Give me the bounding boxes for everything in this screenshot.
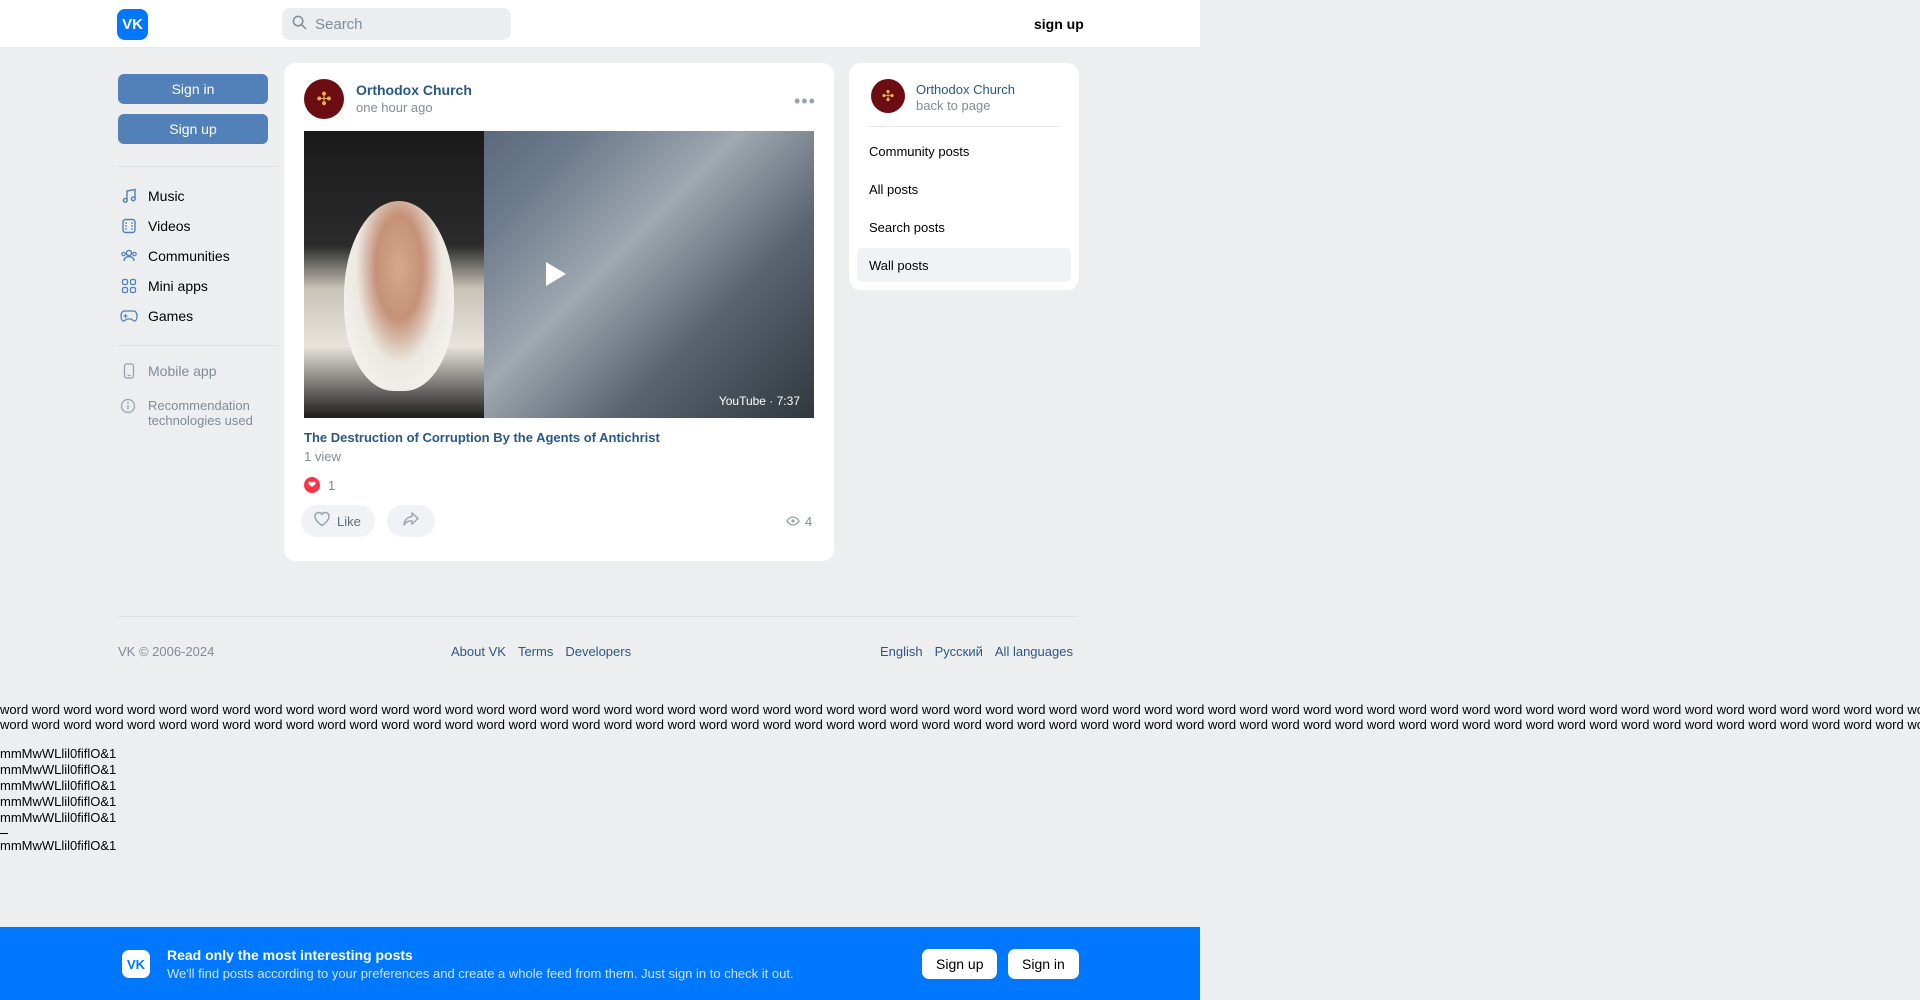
footer-links: About VK Terms Developers [451,644,643,659]
reactions-count: 1 [328,477,336,493]
search-input[interactable] [315,15,495,33]
recommendation-line-2: technologies used [148,413,253,428]
vk-logo: VK [122,950,150,978]
signup-promo-banner: VK Read only the most interesting posts … [0,927,1200,1000]
glyph-test-text: mmMwWLlil0fiflO&1 mmMwWLlil0fiflO&1 mmMw… [0,746,116,854]
post-views: 4 [786,514,812,529]
phone-icon [120,362,138,380]
panel-divider [869,126,1059,127]
grid-icon [120,277,138,295]
users-icon [120,247,138,265]
community-avatar-small[interactable]: ✣ [871,79,905,113]
glyph-line: mmMwWLlil0fiflO&1 [0,778,117,793]
sidebar-item-games[interactable]: Games [118,301,278,331]
sidebar-item-communities[interactable]: Communities [118,241,278,271]
video-source-duration: YouTube · 7:37 [718,394,800,408]
search-icon [292,15,307,33]
glyph-line: mmMwWLlil0fiflO&1 [0,746,117,761]
language-english[interactable]: English [880,644,923,659]
banner-subtitle: We'll find posts according to your prefe… [167,966,794,981]
film-icon [120,217,138,235]
footer-copyright: VK © 2006-2024 [118,644,215,659]
sidebar-divider [118,345,278,346]
views-count: 4 [805,514,813,529]
heart-outline-icon [313,511,331,532]
search-box[interactable] [282,8,511,40]
footer-divider [118,616,1078,617]
post-author[interactable]: Orthodox Church [356,82,472,98]
banner-title: Read only the most interesting posts [167,947,413,963]
info-icon [120,398,138,416]
small-rule [0,833,8,834]
sidebar-item-videos[interactable]: Videos [118,211,278,241]
heart-reaction-icon: ❤ [304,477,320,493]
menu-item-wall-posts[interactable]: Wall posts [857,248,1071,282]
word-line: word word word word word word word word … [0,702,1920,717]
video-views: 1 view [304,449,341,464]
back-to-page-link[interactable]: back to page [916,98,990,113]
menu-item-search-posts[interactable]: Search posts [857,210,1071,244]
header-signup-link[interactable]: sign up [1034,16,1084,32]
like-label: Like [337,513,361,529]
video-thumbnail[interactable]: YouTube · 7:37 [304,131,814,418]
glyph-line: mmMwWLlil0fiflO&1 [0,762,117,777]
recommendation-technologies-link[interactable]: Recommendation technologies used [118,398,278,428]
banner-signup-button[interactable]: Sign up [922,949,998,979]
recommendation-text: Recommendation technologies used [148,398,253,428]
menu-item-community-posts[interactable]: Community posts [857,134,1071,168]
more-options-icon[interactable]: ••• [794,91,816,112]
sidebar-item-label: Music [148,188,185,204]
community-name-link[interactable]: Orthodox Church [916,82,1015,97]
word-filler-text: word word word word word word word word … [0,702,1920,732]
sidebar-item-label: Games [148,308,194,324]
language-all[interactable]: All languages [995,644,1073,659]
post-time[interactable]: one hour ago [356,100,433,115]
community-avatar[interactable]: ✣ [304,79,344,119]
music-note-icon [120,187,138,205]
footer-languages: English Русский All languages [880,644,1073,659]
footer-link-terms[interactable]: Terms [518,644,553,659]
post-card: ✣ Orthodox Church one hour ago ••• YouTu… [284,63,834,561]
language-russian[interactable]: Русский [935,644,983,659]
sidebar-item-label: Videos [148,218,191,234]
share-button[interactable] [387,505,435,537]
sidebar-item-music[interactable]: Music [118,181,278,211]
sidebar-item-label: Mobile app [148,363,217,379]
sidebar-item-label: Mini apps [148,278,208,294]
right-panel: ✣ Orthodox Church back to page Community… [849,63,1079,290]
footer-link-developers[interactable]: Developers [565,644,631,659]
share-icon [402,511,420,532]
glyph-line: mmMwWLlil0fiflO&1 [0,794,117,809]
reactions-summary[interactable]: ❤ 1 [304,477,335,493]
banner-signin-button[interactable]: Sign in [1008,949,1079,979]
play-icon [546,262,566,286]
video-title-link[interactable]: The Destruction of Corruption By the Age… [304,430,660,445]
video-face [344,201,454,391]
glyph-line: mmMwWLlil0fiflO&1 [0,810,117,825]
sidebar-item-label: Communities [148,248,230,264]
left-sidebar: Sign in Sign up Music Videos Communities… [118,74,278,428]
cross-icon: ✣ [316,88,332,109]
footer-link-about[interactable]: About VK [451,644,506,659]
like-button[interactable]: Like [301,505,375,537]
sidebar-item-mobile-app[interactable]: Mobile app [118,356,278,386]
sidebar-item-mini-apps[interactable]: Mini apps [118,271,278,301]
sidebar-divider [118,166,278,167]
recommendation-line-1: Recommendation [148,398,250,413]
menu-item-all-posts[interactable]: All posts [857,172,1071,206]
sidebar-signin-button[interactable]: Sign in [118,74,268,104]
vk-logo[interactable]: VK [117,9,148,40]
eye-icon [786,515,800,529]
cross-icon: ✣ [881,88,895,105]
word-line: word word word word word word word word … [0,717,1920,732]
gamepad-icon [120,307,138,325]
glyph-line: mmMwWLlil0fiflO&1 [0,838,117,853]
top-header: VK sign up [0,0,1200,48]
sidebar-signup-button[interactable]: Sign up [118,114,268,144]
